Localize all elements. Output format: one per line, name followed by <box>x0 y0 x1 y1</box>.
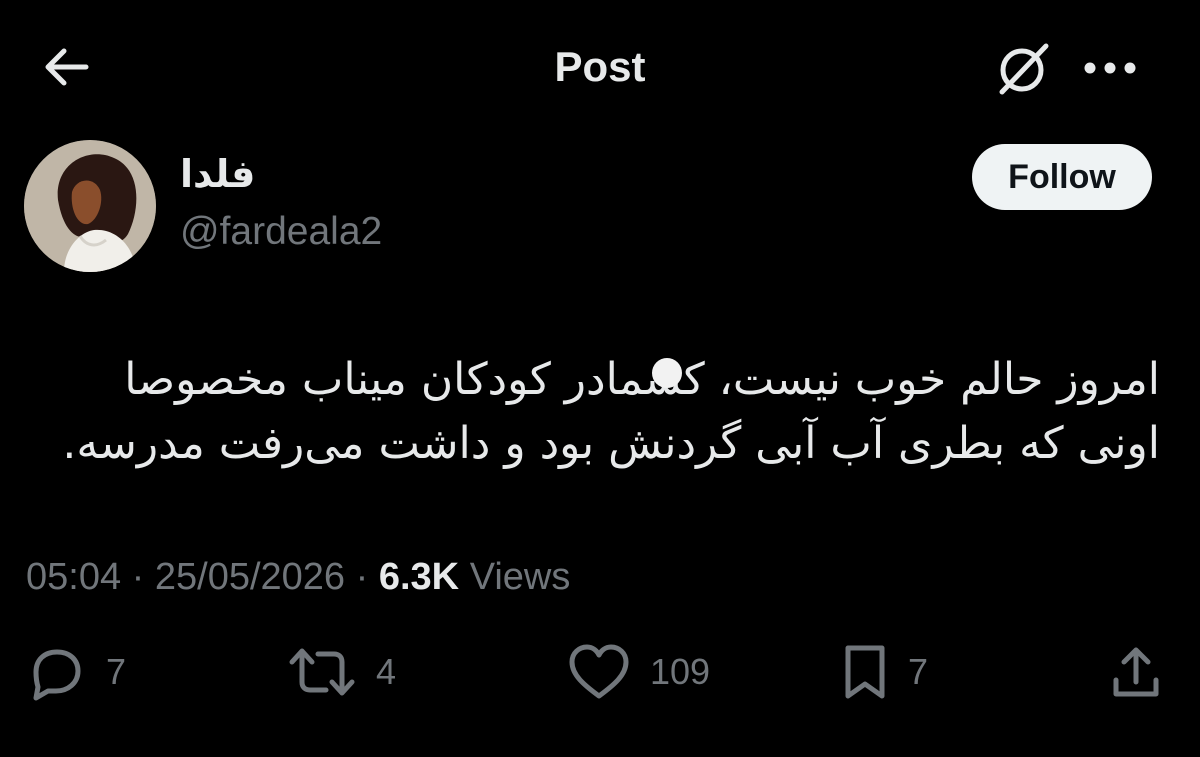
arrow-left-icon <box>45 48 89 86</box>
touch-cursor <box>652 358 682 388</box>
meta-separator: · <box>131 556 145 598</box>
views-label[interactable]: Views <box>470 556 571 598</box>
follow-button[interactable]: Follow <box>972 144 1152 210</box>
user-handle[interactable]: @fardeala2 <box>180 208 382 256</box>
share-button[interactable] <box>1108 640 1164 704</box>
bookmark-count: 7 <box>908 651 929 692</box>
like-button[interactable]: 109 <box>566 640 710 704</box>
repost-icon <box>289 648 355 696</box>
views-count[interactable]: 6.3K <box>379 556 459 598</box>
tweet-text-line: امروز حالم خوب نیست، کشمادر کودکان میناب… <box>124 354 1160 405</box>
like-count: 109 <box>650 651 711 692</box>
back-button[interactable] <box>38 42 94 92</box>
post-meta: 05:04 · 25/05/2026 · 6.3K Views <box>26 552 570 602</box>
reply-icon <box>33 649 81 701</box>
repost-count: 4 <box>376 651 397 692</box>
avatar[interactable] <box>24 140 156 272</box>
reply-count: 7 <box>106 651 127 692</box>
heart-icon <box>569 644 629 699</box>
share-icon <box>1113 647 1159 697</box>
reply-button[interactable]: 7 <box>26 640 126 704</box>
more-horizontal-icon <box>1084 62 1136 74</box>
bookmark-button[interactable]: 7 <box>840 640 928 704</box>
tweet-text-line: اونی که بطری آب آبی گردنش بود و داشت می‌… <box>62 418 1160 469</box>
grok-button[interactable] <box>992 36 1056 100</box>
display-name[interactable]: فلدا <box>180 150 255 198</box>
post-time[interactable]: 05:04 <box>26 556 121 598</box>
avatar-image <box>24 140 156 272</box>
meta-separator: · <box>355 556 369 598</box>
grok-icon <box>999 43 1049 95</box>
tweet-text: امروز حالم خوب نیست، کشمادر کودکان میناب… <box>40 348 1160 476</box>
more-button[interactable] <box>1078 46 1142 90</box>
post-date[interactable]: 25/05/2026 <box>155 556 345 598</box>
repost-button[interactable]: 4 <box>286 640 396 704</box>
bookmark-icon <box>845 645 885 699</box>
